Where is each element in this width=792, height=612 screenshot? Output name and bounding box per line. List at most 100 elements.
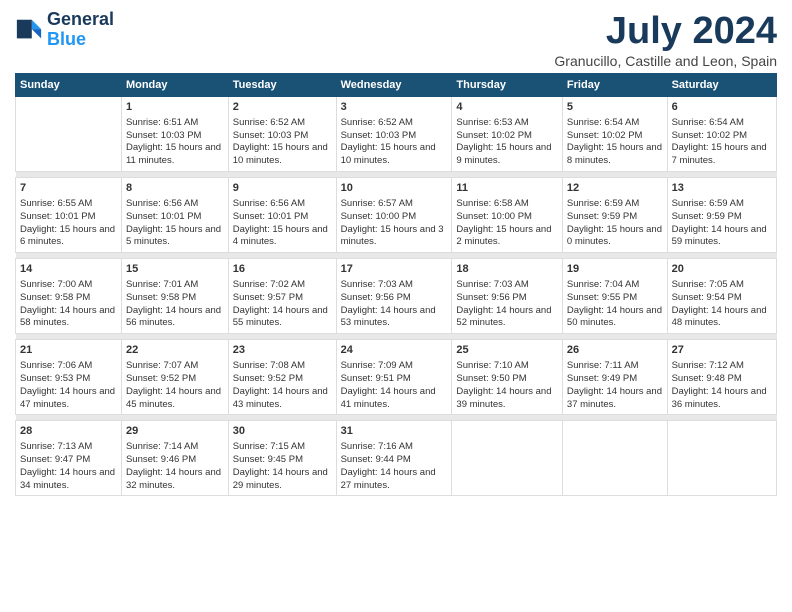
day-cell xyxy=(16,97,122,172)
day-cell: 17Sunrise: 7:03 AMSunset: 9:56 PMDayligh… xyxy=(336,259,452,334)
day-number: 12 xyxy=(567,181,663,196)
sunset: Sunset: 9:47 PM xyxy=(20,454,90,465)
daylight: Daylight: 14 hours and 41 minutes. xyxy=(341,386,436,410)
col-saturday: Saturday xyxy=(667,74,776,97)
day-number: 15 xyxy=(126,262,224,277)
day-number: 29 xyxy=(126,424,224,439)
daylight: Daylight: 14 hours and 29 minutes. xyxy=(233,467,328,491)
sunset: Sunset: 9:44 PM xyxy=(341,454,411,465)
daylight: Daylight: 14 hours and 34 minutes. xyxy=(20,467,115,491)
day-number: 24 xyxy=(341,343,448,358)
sunset: Sunset: 9:52 PM xyxy=(126,373,196,384)
day-number: 22 xyxy=(126,343,224,358)
day-cell: 20Sunrise: 7:05 AMSunset: 9:54 PMDayligh… xyxy=(667,259,776,334)
daylight: Daylight: 14 hours and 55 minutes. xyxy=(233,305,328,329)
day-number: 19 xyxy=(567,262,663,277)
day-cell: 22Sunrise: 7:07 AMSunset: 9:52 PMDayligh… xyxy=(121,340,228,415)
day-cell: 27Sunrise: 7:12 AMSunset: 9:48 PMDayligh… xyxy=(667,340,776,415)
sunset: Sunset: 10:03 PM xyxy=(233,130,309,141)
sunrise: Sunrise: 6:59 AM xyxy=(672,198,744,209)
sunset: Sunset: 9:56 PM xyxy=(456,292,526,303)
col-thursday: Thursday xyxy=(452,74,563,97)
header-row: Sunday Monday Tuesday Wednesday Thursday… xyxy=(16,74,777,97)
logo-icon xyxy=(15,16,43,44)
sunset: Sunset: 9:59 PM xyxy=(672,211,742,222)
day-number: 23 xyxy=(233,343,332,358)
sunset: Sunset: 10:03 PM xyxy=(341,130,417,141)
sunrise: Sunrise: 7:11 AM xyxy=(567,360,639,371)
sunrise: Sunrise: 7:01 AM xyxy=(126,279,198,290)
day-cell: 12Sunrise: 6:59 AMSunset: 9:59 PMDayligh… xyxy=(562,178,667,253)
sunrise: Sunrise: 7:05 AM xyxy=(672,279,744,290)
sunset: Sunset: 10:00 PM xyxy=(456,211,532,222)
daylight: Daylight: 15 hours and 10 minutes. xyxy=(233,142,328,166)
daylight: Daylight: 15 hours and 9 minutes. xyxy=(456,142,551,166)
daylight: Daylight: 15 hours and 6 minutes. xyxy=(20,224,115,248)
day-number: 9 xyxy=(233,181,332,196)
col-friday: Friday xyxy=(562,74,667,97)
daylight: Daylight: 15 hours and 8 minutes. xyxy=(567,142,662,166)
daylight: Daylight: 14 hours and 32 minutes. xyxy=(126,467,221,491)
logo-line1: General xyxy=(47,10,114,30)
sunset: Sunset: 10:01 PM xyxy=(233,211,309,222)
sunrise: Sunrise: 7:15 AM xyxy=(233,441,305,452)
day-cell: 24Sunrise: 7:09 AMSunset: 9:51 PMDayligh… xyxy=(336,340,452,415)
sunrise: Sunrise: 7:03 AM xyxy=(456,279,528,290)
day-cell: 10Sunrise: 6:57 AMSunset: 10:00 PMDaylig… xyxy=(336,178,452,253)
daylight: Daylight: 15 hours and 11 minutes. xyxy=(126,142,221,166)
daylight: Daylight: 15 hours and 3 minutes. xyxy=(341,224,444,248)
day-cell: 4Sunrise: 6:53 AMSunset: 10:02 PMDayligh… xyxy=(452,97,563,172)
sunset: Sunset: 10:02 PM xyxy=(672,130,748,141)
subtitle: Granucillo, Castille and Leon, Spain xyxy=(554,53,777,69)
title-block: July 2024 Granucillo, Castille and Leon,… xyxy=(554,10,777,69)
sunset: Sunset: 9:45 PM xyxy=(233,454,303,465)
day-cell: 2Sunrise: 6:52 AMSunset: 10:03 PMDayligh… xyxy=(228,97,336,172)
daylight: Daylight: 15 hours and 7 minutes. xyxy=(672,142,767,166)
daylight: Daylight: 14 hours and 37 minutes. xyxy=(567,386,662,410)
week-row-3: 14Sunrise: 7:00 AMSunset: 9:58 PMDayligh… xyxy=(16,259,777,334)
day-cell: 18Sunrise: 7:03 AMSunset: 9:56 PMDayligh… xyxy=(452,259,563,334)
logo-text: General Blue xyxy=(47,10,114,50)
sunrise: Sunrise: 6:57 AM xyxy=(341,198,413,209)
day-cell: 31Sunrise: 7:16 AMSunset: 9:44 PMDayligh… xyxy=(336,421,452,496)
day-cell xyxy=(562,421,667,496)
day-cell: 23Sunrise: 7:08 AMSunset: 9:52 PMDayligh… xyxy=(228,340,336,415)
day-number: 14 xyxy=(20,262,117,277)
daylight: Daylight: 14 hours and 43 minutes. xyxy=(233,386,328,410)
sunrise: Sunrise: 6:56 AM xyxy=(126,198,198,209)
day-cell: 26Sunrise: 7:11 AMSunset: 9:49 PMDayligh… xyxy=(562,340,667,415)
day-number: 25 xyxy=(456,343,558,358)
col-monday: Monday xyxy=(121,74,228,97)
sunrise: Sunrise: 7:04 AM xyxy=(567,279,639,290)
day-cell: 6Sunrise: 6:54 AMSunset: 10:02 PMDayligh… xyxy=(667,97,776,172)
day-number: 31 xyxy=(341,424,448,439)
sunset: Sunset: 9:55 PM xyxy=(567,292,637,303)
day-number: 6 xyxy=(672,100,772,115)
sunrise: Sunrise: 7:13 AM xyxy=(20,441,92,452)
daylight: Daylight: 14 hours and 27 minutes. xyxy=(341,467,436,491)
daylight: Daylight: 14 hours and 59 minutes. xyxy=(672,224,767,248)
daylight: Daylight: 14 hours and 36 minutes. xyxy=(672,386,767,410)
sunrise: Sunrise: 7:14 AM xyxy=(126,441,198,452)
day-number: 30 xyxy=(233,424,332,439)
sunset: Sunset: 9:49 PM xyxy=(567,373,637,384)
sunset: Sunset: 9:46 PM xyxy=(126,454,196,465)
day-cell: 13Sunrise: 6:59 AMSunset: 9:59 PMDayligh… xyxy=(667,178,776,253)
day-number: 18 xyxy=(456,262,558,277)
sunrise: Sunrise: 7:10 AM xyxy=(456,360,528,371)
day-number: 1 xyxy=(126,100,224,115)
day-number: 27 xyxy=(672,343,772,358)
sunrise: Sunrise: 7:02 AM xyxy=(233,279,305,290)
main-title: July 2024 xyxy=(554,10,777,53)
sunrise: Sunrise: 7:06 AM xyxy=(20,360,92,371)
col-tuesday: Tuesday xyxy=(228,74,336,97)
daylight: Daylight: 15 hours and 5 minutes. xyxy=(126,224,221,248)
sunset: Sunset: 10:00 PM xyxy=(341,211,417,222)
sunset: Sunset: 10:01 PM xyxy=(126,211,202,222)
sunset: Sunset: 9:50 PM xyxy=(456,373,526,384)
daylight: Daylight: 15 hours and 0 minutes. xyxy=(567,224,662,248)
sunset: Sunset: 9:58 PM xyxy=(126,292,196,303)
col-wednesday: Wednesday xyxy=(336,74,452,97)
day-cell: 14Sunrise: 7:00 AMSunset: 9:58 PMDayligh… xyxy=(16,259,122,334)
sunset: Sunset: 9:48 PM xyxy=(672,373,742,384)
